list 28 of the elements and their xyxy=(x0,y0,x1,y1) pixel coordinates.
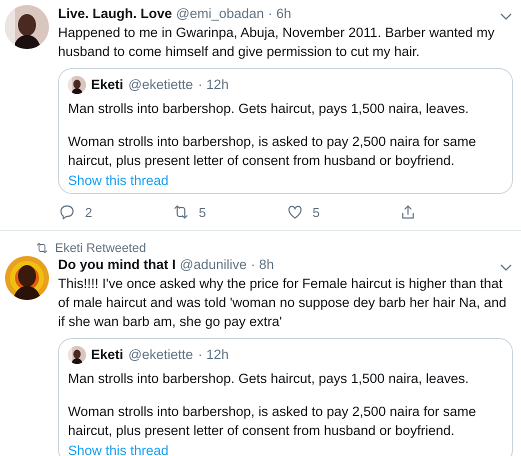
author-handle: @adunilive xyxy=(180,256,247,274)
reply-count: 2 xyxy=(85,204,92,220)
tweet-time: · 6h xyxy=(268,5,292,23)
tweet-text: Happened to me in Gwarinpa, Abuja, November 2011. Barber wanted my husband to come himself and give permission to cut my hair. xyxy=(58,24,496,61)
tweet-time: · 8h xyxy=(250,256,274,274)
quoted-tweet[interactable] xyxy=(58,68,513,194)
retweeted-label: Eketi Retweeted xyxy=(55,241,146,255)
author-name[interactable]: Do you mind that I xyxy=(58,256,176,274)
quoted-text: Man strolls into barbershop. Gets haircut, pays 1,500 naira, leaves. xyxy=(68,100,470,118)
author-handle: @eketiette xyxy=(128,346,194,364)
author-handle: @emi_obadan xyxy=(176,5,264,23)
like-count: 5 xyxy=(312,204,320,220)
retweet-icon[interactable] xyxy=(172,203,190,221)
reply-icon[interactable] xyxy=(58,203,76,221)
author-handle: @eketiette xyxy=(128,76,194,94)
author-name[interactable]: Live. Laugh. Love xyxy=(58,5,172,23)
heart-icon[interactable] xyxy=(286,203,304,221)
quoted-tweet[interactable] xyxy=(58,338,513,456)
quoted-text: Woman strolls into barbershop, is asked to pay 2,500 naira for same haircut, plus present letter of consent from husband or boyfriend. xyxy=(68,133,477,170)
retweet-count: 5 xyxy=(198,204,206,220)
tweet-time: · 12h xyxy=(198,76,229,94)
author-name[interactable]: Eketi xyxy=(91,346,124,364)
tweet-time: · 12h xyxy=(198,346,229,364)
quoted-text: Woman strolls into barbershop, is asked to pay 2,500 naira for same haircut, plus present letter of consent from husband or boyfriend. xyxy=(68,403,477,440)
tweet-text: This!!!! I've once asked why the price for Female haircut is higher than that of male haircut and was told 'woman no suppose dey barb her hair Na, and if she wan barb am, she go pay extra' xyxy=(58,275,508,331)
author-name[interactable]: Eketi xyxy=(91,76,124,94)
quoted-text: Man strolls into barbershop. Gets haircut, pays 1,500 naira, leaves. xyxy=(68,370,470,388)
retweet-icon xyxy=(35,241,49,255)
